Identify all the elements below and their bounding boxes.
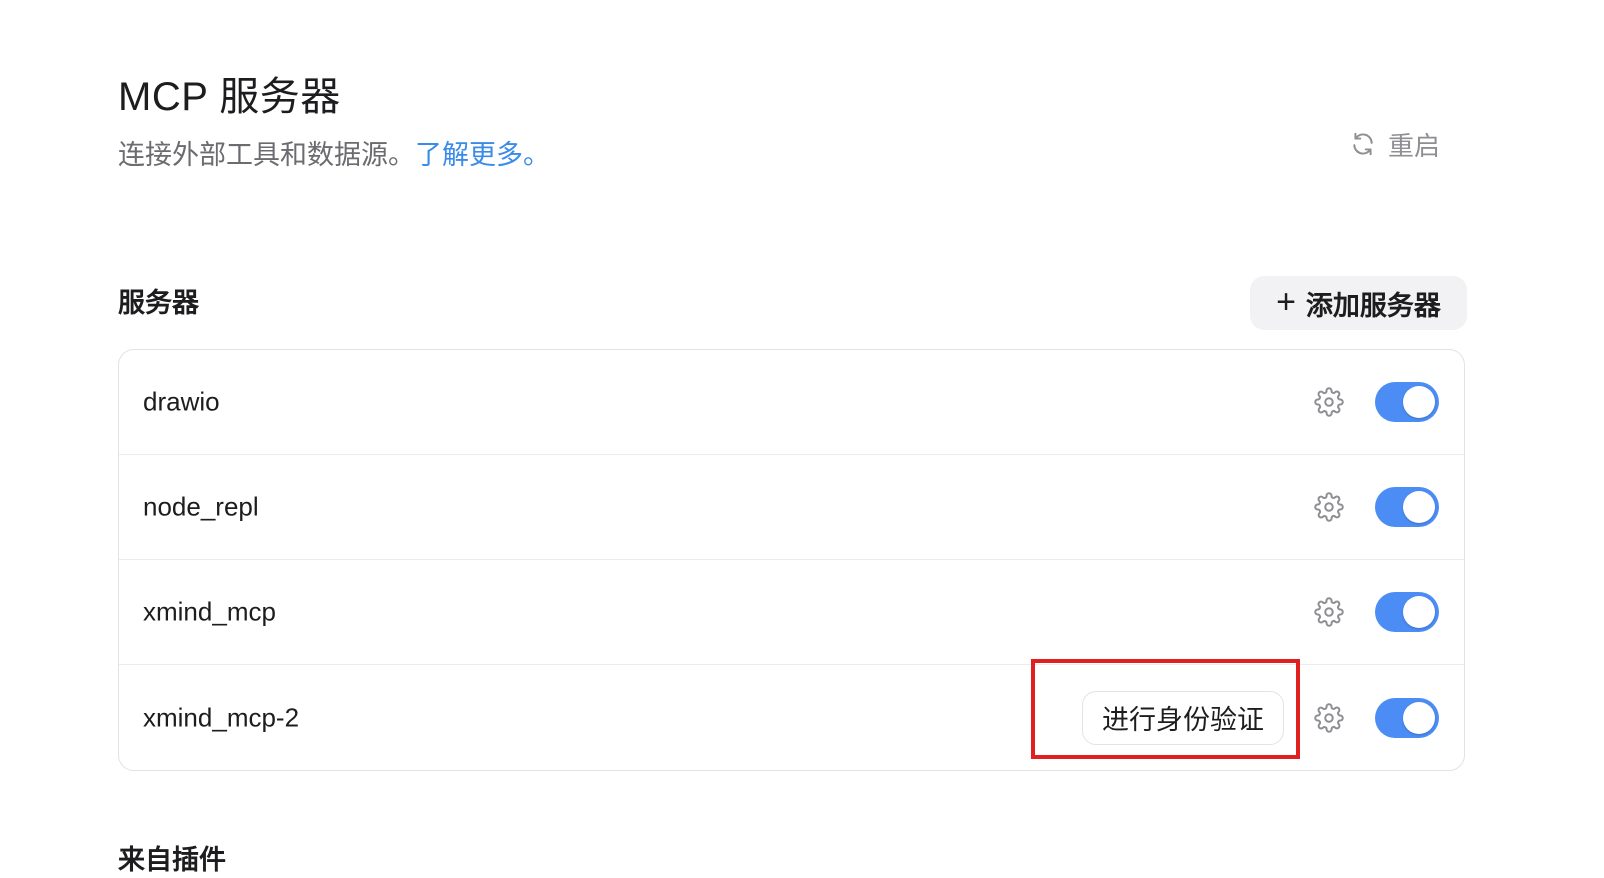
enable-toggle[interactable] [1375, 382, 1439, 422]
toggle-knob [1403, 596, 1435, 628]
server-name: xmind_mcp [143, 596, 276, 627]
refresh-icon [1353, 132, 1373, 156]
servers-section-title: 服务器 [118, 288, 199, 318]
add-server-label: 添加服务器 [1305, 290, 1441, 321]
server-row-node-repl: node_repl [119, 455, 1464, 560]
enable-toggle[interactable] [1375, 697, 1439, 738]
server-name: xmind_mcp-2 [143, 702, 300, 732]
server-name: drawio [143, 386, 220, 417]
server-row-drawio: drawio [119, 350, 1464, 455]
subtitle-text: 连接外部工具和数据源。 [118, 140, 415, 170]
gear-icon[interactable] [1314, 702, 1344, 733]
toggle-knob [1403, 386, 1435, 418]
plus-icon: + [1276, 282, 1296, 321]
server-row-xmind-mcp: xmind_mcp [119, 560, 1464, 665]
toggle-knob [1403, 701, 1435, 734]
page-subtitle: 连接外部工具和数据源。了解更多。 [118, 137, 550, 173]
server-name: node_repl [143, 491, 259, 522]
page-title: MCP 服务器 [118, 75, 341, 119]
restart-label: 重启 [1388, 130, 1441, 161]
enable-toggle[interactable] [1375, 592, 1439, 632]
toggle-knob [1403, 491, 1435, 523]
enable-toggle[interactable] [1375, 487, 1439, 527]
plugins-section-title: 来自插件 [118, 845, 226, 875]
server-list: drawio node_repl xmind_mcp xmind_mcp-2 进… [118, 349, 1465, 771]
gear-icon[interactable] [1314, 597, 1344, 627]
restart-button[interactable]: 重启 [1350, 122, 1440, 166]
add-server-button[interactable]: + 添加服务器 [1250, 276, 1467, 330]
gear-icon[interactable] [1314, 387, 1344, 417]
learn-more-link[interactable]: 了解更多。 [415, 140, 550, 170]
authenticate-button[interactable]: 进行身份验证 [1082, 690, 1284, 745]
server-row-xmind-mcp-2: xmind_mcp-2 进行身份验证 [119, 665, 1464, 770]
gear-icon[interactable] [1314, 492, 1344, 522]
